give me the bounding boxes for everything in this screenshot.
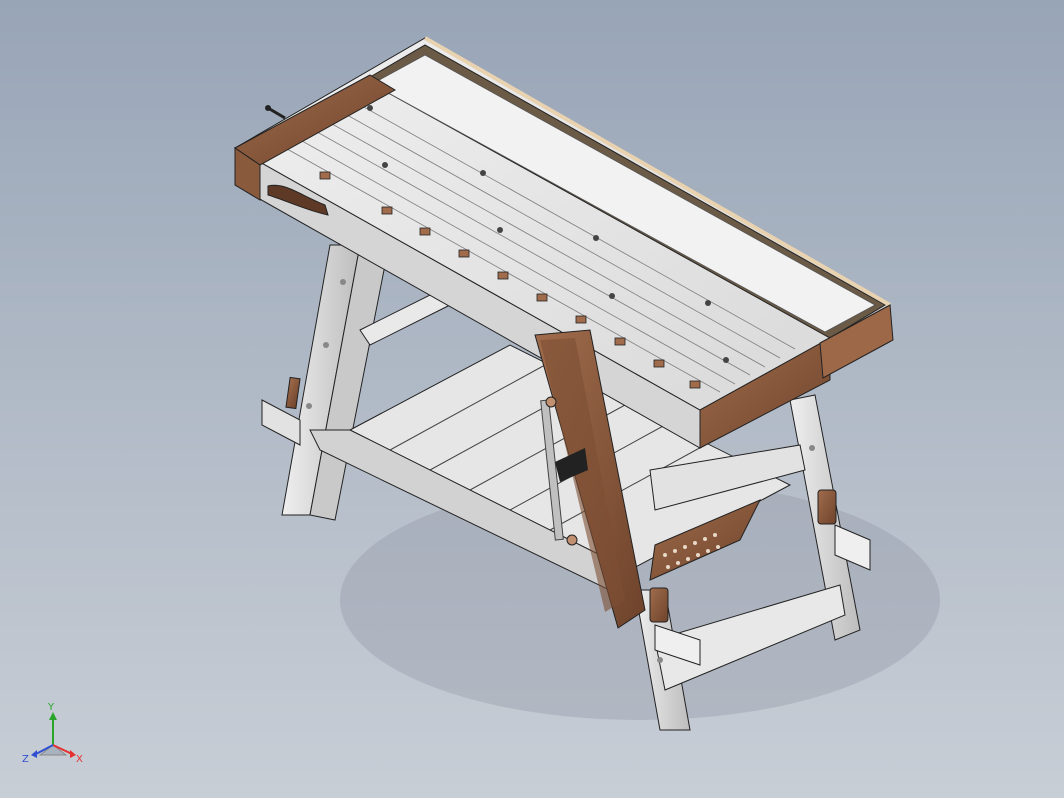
left-sawhorse[interactable] — [261, 244, 386, 521]
y-axis-arrow — [49, 712, 57, 720]
y-axis-label: Y — [47, 702, 55, 713]
z-axis-label: Z — [22, 754, 29, 765]
axis-triad: Y X Z — [22, 702, 83, 765]
tail-vise-handle[interactable] — [265, 105, 286, 120]
graphics-viewport[interactable]: Y X Z — [0, 0, 1064, 798]
x-axis-label: X — [76, 754, 83, 765]
workbench-model[interactable] — [0, 0, 1064, 798]
z-axis-arrow — [31, 750, 37, 758]
